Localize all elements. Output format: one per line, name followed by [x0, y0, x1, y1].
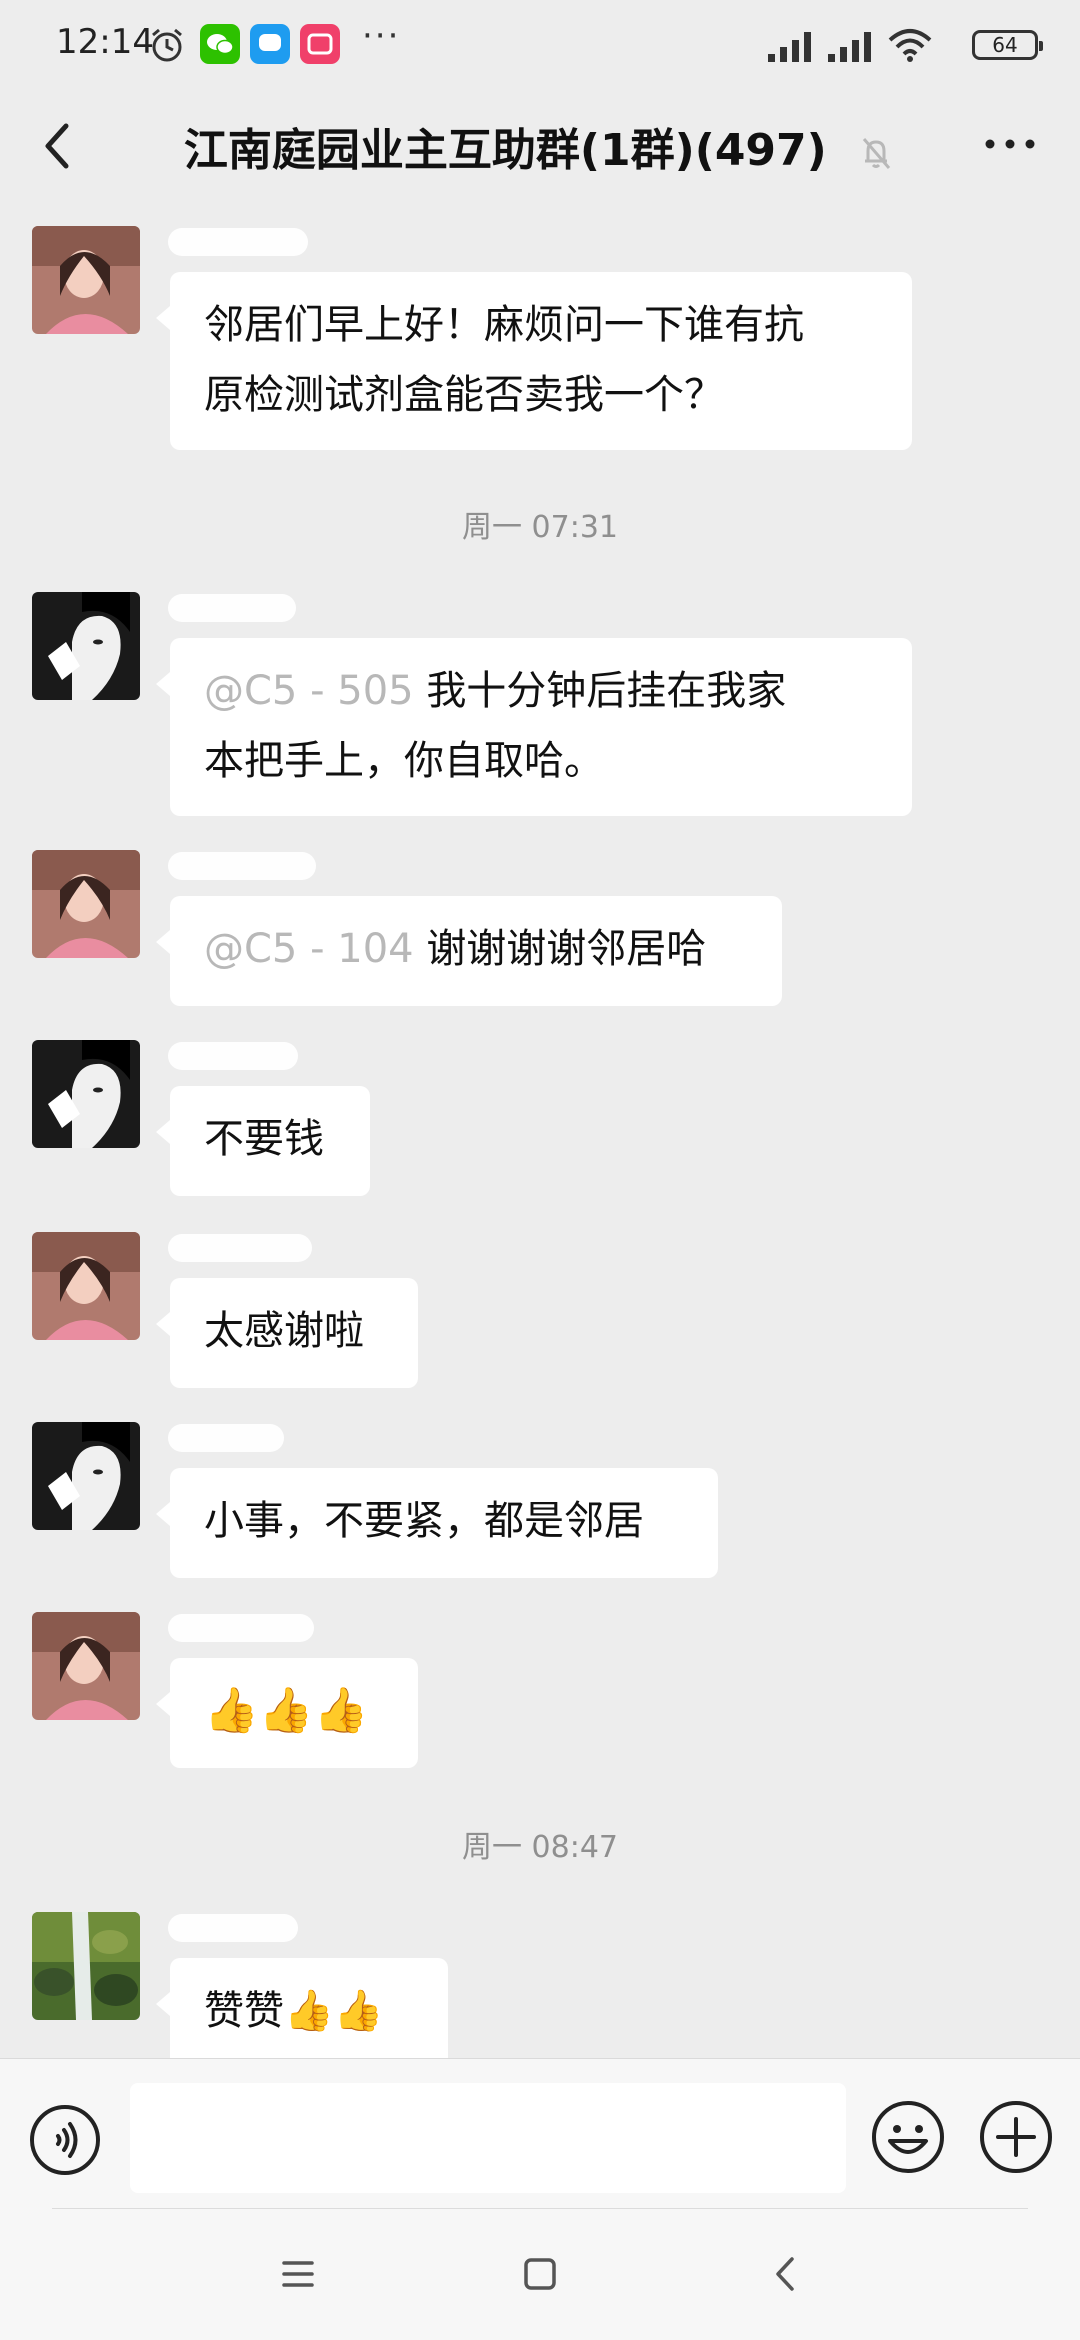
chat-app-icon	[250, 24, 290, 64]
nickname-redacted	[168, 1042, 298, 1070]
chat-message-list[interactable]: 邻居们早上好！麻烦问一下谁有抗 原检测试剂盒能否卖我一个？ 周一 07:31 @…	[0, 200, 1080, 2058]
signal-icon-2	[828, 32, 871, 62]
message-bubble[interactable]: 太感谢啦	[156, 1278, 418, 1388]
message-text-line: 原检测试剂盒能否卖我一个？	[204, 372, 724, 418]
system-navigation-bar	[0, 2208, 1080, 2340]
video-app-icon	[300, 24, 340, 64]
chat-title-wrap: 江南庭园业主互助群(1群)(497)	[0, 114, 1080, 178]
avatar-bw-user[interactable]	[32, 1422, 140, 1530]
back-nav-button[interactable]	[766, 2254, 806, 2294]
message-text: 我十分钟后挂在我家	[426, 668, 787, 714]
message-bubble[interactable]: 👍👍👍	[156, 1658, 418, 1768]
chat-timestamp: 周一 08:47	[462, 1830, 618, 1865]
status-bar: 12:14 ··· 64	[0, 0, 1080, 90]
nickname-redacted	[168, 1914, 298, 1942]
status-time: 12:14	[56, 22, 154, 62]
mention-redacted: @C5 - 505	[204, 656, 414, 726]
status-more: ···	[362, 16, 401, 56]
alarm-icon	[152, 28, 182, 62]
wifi-icon	[888, 29, 932, 62]
nickname-redacted	[168, 1234, 312, 1262]
message-bubble[interactable]: @C5 - 104 谢谢谢谢邻居哈	[156, 896, 782, 1006]
nickname-redacted	[168, 1614, 314, 1642]
message-text-line: @C5 - 505 我十分钟后挂在我家	[204, 656, 878, 726]
message-text: 谢谢谢谢邻居哈	[426, 926, 707, 972]
nickname-redacted	[168, 1424, 284, 1452]
message-bubble[interactable]: @C5 - 505 我十分钟后挂在我家 本把手上，你自取哈。	[156, 638, 912, 816]
wechat-app-icon	[200, 24, 240, 64]
bell-off-icon	[862, 138, 891, 169]
avatar-pink-user[interactable]	[32, 1232, 140, 1340]
message-text-line: 邻居们早上好！麻烦问一下谁有抗	[204, 302, 804, 348]
more-functions-button[interactable]	[978, 2099, 1054, 2175]
more-options-button[interactable]	[980, 124, 1040, 164]
home-nav-button[interactable]	[520, 2254, 560, 2294]
nickname-redacted	[168, 228, 308, 256]
message-input[interactable]	[130, 2083, 846, 2193]
menu-nav-button[interactable]	[278, 2254, 318, 2294]
battery-indicator: 64	[972, 30, 1043, 60]
signal-icon	[768, 32, 811, 62]
avatar-bw-user[interactable]	[32, 592, 140, 700]
voice-input-button[interactable]	[28, 2103, 102, 2177]
avatar-pink-user[interactable]	[32, 226, 140, 334]
avatar-nature-user[interactable]	[32, 1912, 140, 2020]
avatar-bw-user[interactable]	[32, 1040, 140, 1148]
divider	[52, 2208, 1028, 2209]
message-input-bar	[0, 2058, 1080, 2209]
nickname-redacted	[168, 852, 316, 880]
message-bubble[interactable]: 小事，不要紧，都是邻居	[156, 1468, 718, 1578]
chat-header: 江南庭园业主互助群(1群)(497)	[0, 90, 1080, 200]
message-bubble[interactable]: 不要钱	[156, 1086, 370, 1196]
nickname-redacted	[168, 594, 296, 622]
message-text: 不要钱	[204, 1116, 324, 1162]
chat-timestamp: 周一 07:31	[462, 510, 618, 545]
message-text: 赞赞👍👍	[204, 1988, 384, 2034]
message-text: 小事，不要紧，都是邻居	[204, 1498, 644, 1544]
mention-redacted: @C5 - 104	[204, 914, 414, 984]
chat-title[interactable]: 江南庭园业主互助群(1群)(497)	[184, 114, 827, 178]
message-text: 太感谢啦	[204, 1308, 364, 1354]
message-text: 👍👍👍	[204, 1685, 369, 1736]
avatar-pink-user[interactable]	[32, 850, 140, 958]
message-bubble[interactable]: 邻居们早上好！麻烦问一下谁有抗 原检测试剂盒能否卖我一个？	[156, 272, 912, 450]
message-bubble[interactable]: 赞赞👍👍	[156, 1958, 448, 2058]
message-text-line: 本把手上，你自取哈。	[204, 738, 604, 784]
avatar-pink-user[interactable]	[32, 1612, 140, 1720]
emoji-button[interactable]	[870, 2099, 946, 2175]
